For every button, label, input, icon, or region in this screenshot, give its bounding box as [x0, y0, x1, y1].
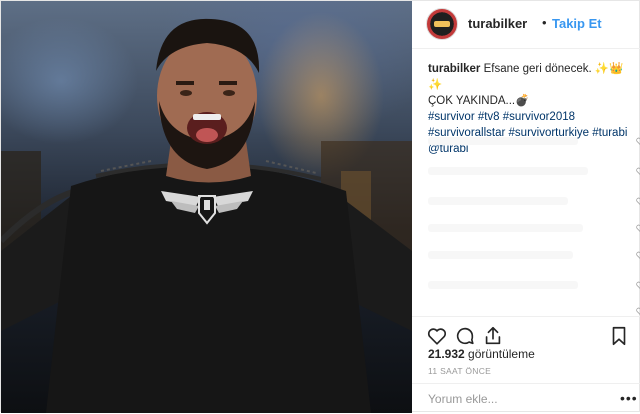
comment-like-heart-icon[interactable] [636, 251, 640, 260]
comment-like-heart-icon[interactable] [636, 137, 640, 146]
instagram-post: turabilker • Takip Et turabilker Efsane … [0, 0, 640, 413]
comment-like-heart-icon[interactable] [636, 307, 640, 316]
comment-placeholder-line [428, 224, 583, 232]
comment-placeholder-line [428, 281, 578, 289]
comment-like-heart-icon[interactable] [636, 167, 640, 176]
avatar[interactable] [426, 8, 458, 40]
add-comment-bar: ••• [412, 383, 640, 414]
comment-like-heart-icon[interactable] [636, 281, 640, 290]
views-label: görüntüleme [468, 347, 535, 361]
follow-button[interactable]: Takip Et [552, 16, 602, 31]
comment-icon[interactable] [454, 325, 476, 347]
share-icon[interactable] [482, 325, 504, 347]
heart-icon[interactable] [426, 325, 448, 347]
post-actions: 21.932 görüntüleme 11 SAAT ÖNCE ••• [412, 316, 640, 413]
comments-list [428, 129, 640, 319]
header-username[interactable]: turabilker [468, 16, 527, 31]
comment-placeholder-line [428, 137, 578, 145]
comment-like-heart-icon[interactable] [636, 197, 640, 206]
views-count[interactable]: 21.932 görüntüleme [428, 347, 535, 361]
caption-username[interactable]: turabilker [428, 63, 480, 75]
comment-placeholder-line [428, 167, 588, 175]
more-icon[interactable]: ••• [620, 390, 638, 406]
bookmark-icon[interactable] [608, 325, 630, 347]
post-timestamp[interactable]: 11 SAAT ÖNCE [428, 366, 491, 376]
header-separator: • [542, 15, 547, 30]
caption-text-2: ÇOK YAKINDA...💣 [428, 95, 530, 107]
comment-placeholder-line [428, 197, 568, 205]
views-number: 21.932 [428, 347, 465, 361]
post-header: turabilker • Takip Et [412, 1, 640, 49]
add-comment-input[interactable] [426, 391, 600, 407]
video-frame-illustration [1, 18, 412, 413]
post-sidebar: turabilker • Takip Et turabilker Efsane … [412, 1, 640, 413]
comment-like-heart-icon[interactable] [636, 224, 640, 233]
comment-placeholder-line [428, 251, 573, 259]
caption-hashtags-1[interactable]: #survivor #tv8 #survivor2018 [428, 111, 575, 123]
post-video[interactable] [1, 1, 412, 413]
